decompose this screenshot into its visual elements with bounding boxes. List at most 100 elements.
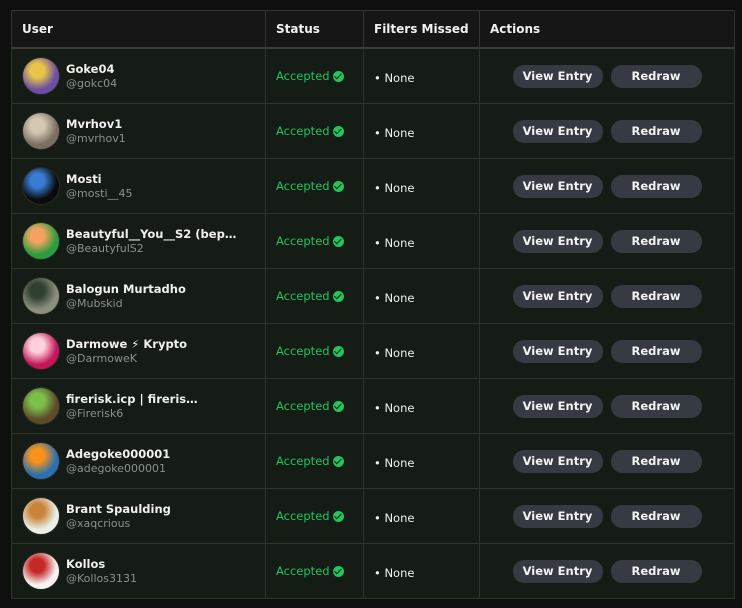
user-display-name[interactable]: Mvrhov1	[66, 117, 126, 132]
filters-missed-cell: • None	[363, 213, 480, 269]
view-entry-button[interactable]: View Entry	[512, 64, 603, 88]
view-entry-button[interactable]: View Entry	[512, 559, 603, 583]
table-row: Beautyful__You__S2 (bep2… @BeautyfulS2 A…	[11, 213, 735, 269]
user-handle[interactable]: @adegoke000001	[66, 462, 170, 476]
avatar[interactable]	[22, 552, 60, 590]
user-display-name[interactable]: Kollos	[66, 557, 137, 572]
redraw-button[interactable]: Redraw	[610, 449, 702, 473]
view-entry-button[interactable]: View Entry	[512, 504, 603, 528]
user-handle[interactable]: @gokc04	[66, 77, 117, 91]
avatar[interactable]	[22, 332, 60, 370]
user-display-name[interactable]: Beautyful__You__S2 (bep2…	[66, 227, 241, 242]
user-handle[interactable]: @Kollos3131	[66, 572, 137, 586]
redraw-button[interactable]: Redraw	[610, 504, 702, 528]
table-header-row: User Status Filters Missed Actions	[11, 10, 735, 49]
actions-cell: View Entry Redraw	[479, 323, 735, 379]
filters-missed-value: • None	[374, 180, 415, 195]
user-display-name[interactable]: Adegoke000001	[66, 447, 170, 462]
filters-missed-cell: • None	[363, 158, 480, 214]
ninja-avatar-icon	[23, 553, 59, 589]
actions-cell: View Entry Redraw	[479, 103, 735, 159]
avatar[interactable]	[22, 57, 60, 95]
user-cell: Balogun Murtadho @Mubskid	[11, 268, 266, 324]
check-circle-icon	[332, 510, 344, 522]
user-cell: Brant Spaulding @xaqcrious	[11, 488, 266, 544]
user-handle[interactable]: @BeautyfulS2	[66, 242, 241, 256]
user-handle[interactable]: @Firerisk6	[66, 407, 198, 421]
user-cell: Beautyful__You__S2 (bep2… @BeautyfulS2	[11, 213, 266, 269]
table-row: Balogun Murtadho @Mubskid Accepted • Non…	[11, 268, 735, 324]
filters-missed-cell: • None	[363, 323, 480, 379]
user-display-name[interactable]: Darmowe ⚡ Krypto	[66, 337, 187, 352]
status-cell: Accepted	[265, 433, 364, 489]
view-entry-button[interactable]: View Entry	[512, 174, 603, 198]
table-row: Brant Spaulding @xaqcrious Accepted • No…	[11, 488, 735, 544]
user-handle[interactable]: @mosti__45	[66, 187, 133, 201]
user-cell: Kollos @Kollos3131	[11, 543, 266, 599]
filters-missed-value: • None	[374, 510, 415, 525]
redraw-button[interactable]: Redraw	[610, 119, 702, 143]
actions-cell: View Entry Redraw	[479, 543, 735, 599]
status-text: Accepted	[276, 124, 330, 138]
status-cell: Accepted	[265, 488, 364, 544]
check-circle-icon	[332, 125, 344, 137]
redraw-button[interactable]: Redraw	[610, 394, 702, 418]
user-cell: Mvrhov1 @mvrhov1	[11, 103, 266, 159]
status-cell: Accepted	[265, 323, 364, 379]
table-row: Goke04 @gokc04 Accepted • None View Entr…	[11, 47, 735, 104]
avatar[interactable]	[22, 167, 60, 205]
status-cell: Accepted	[265, 543, 364, 599]
user-cell: Adegoke000001 @adegoke000001	[11, 433, 266, 489]
user-handle[interactable]: @mvrhov1	[66, 132, 126, 146]
user-display-name[interactable]: Balogun Murtadho	[66, 282, 186, 297]
table-row: Kollos @Kollos3131 Accepted • None View …	[11, 543, 735, 599]
filters-missed-cell: • None	[363, 433, 480, 489]
check-circle-icon	[332, 235, 344, 247]
user-display-name[interactable]: Brant Spaulding	[66, 502, 171, 517]
avatar[interactable]	[22, 112, 60, 150]
redraw-button[interactable]: Redraw	[610, 339, 702, 363]
status-cell: Accepted	[265, 47, 364, 104]
user-display-name[interactable]: Goke04	[66, 62, 117, 77]
view-entry-button[interactable]: View Entry	[512, 119, 603, 143]
filters-missed-cell: • None	[363, 47, 480, 104]
view-entry-button[interactable]: View Entry	[512, 229, 603, 253]
user-handle[interactable]: @xaqcrious	[66, 517, 171, 531]
cartoon-character-avatar-icon	[23, 333, 59, 369]
redraw-button[interactable]: Redraw	[610, 174, 702, 198]
status-text: Accepted	[276, 179, 330, 193]
actions-cell: View Entry Redraw	[479, 378, 735, 434]
view-entry-button[interactable]: View Entry	[512, 284, 603, 308]
avatar[interactable]	[22, 277, 60, 315]
bitcoin-avatar-icon	[23, 443, 59, 479]
user-display-name[interactable]: firerisk.icp | fireris…	[66, 392, 198, 407]
view-entry-button[interactable]: View Entry	[512, 394, 603, 418]
user-display-name[interactable]: Mosti	[66, 172, 133, 187]
redraw-button[interactable]: Redraw	[610, 284, 702, 308]
filters-missed-value: • None	[374, 400, 415, 415]
avatar[interactable]	[22, 222, 60, 260]
user-handle[interactable]: @Mubskid	[66, 297, 186, 311]
avatar[interactable]	[22, 387, 60, 425]
filters-missed-value: • None	[374, 235, 415, 250]
redraw-button[interactable]: Redraw	[610, 229, 702, 253]
filters-missed-cell: • None	[363, 268, 480, 324]
person-photo-avatar-icon	[23, 278, 59, 314]
filters-missed-value: • None	[374, 70, 415, 85]
photo-avatar-icon	[23, 113, 59, 149]
table-row: firerisk.icp | fireris… @Firerisk6 Accep…	[11, 378, 735, 434]
check-circle-icon	[332, 400, 344, 412]
avatar[interactable]	[22, 442, 60, 480]
column-header-actions: Actions	[479, 10, 735, 49]
view-entry-button[interactable]: View Entry	[512, 449, 603, 473]
check-circle-icon	[332, 455, 344, 467]
view-entry-button[interactable]: View Entry	[512, 339, 603, 363]
entries-table: User Status Filters Missed Actions Goke0…	[11, 10, 735, 599]
user-handle[interactable]: @DarmoweK	[66, 352, 187, 366]
check-circle-icon	[332, 180, 344, 192]
redraw-button[interactable]: Redraw	[610, 64, 702, 88]
actions-cell: View Entry Redraw	[479, 213, 735, 269]
redraw-button[interactable]: Redraw	[610, 559, 702, 583]
status-cell: Accepted	[265, 378, 364, 434]
avatar[interactable]	[22, 497, 60, 535]
